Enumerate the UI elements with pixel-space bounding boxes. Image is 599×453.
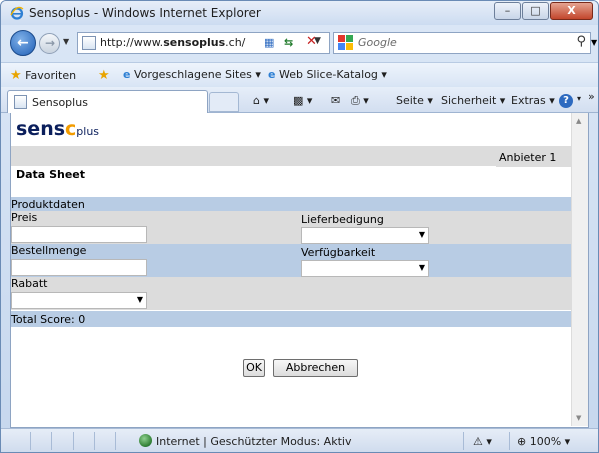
page-content: sensсplus Anbieter 1 Data Sheet Produktd…: [11, 113, 572, 426]
navigation-bar: ← → ▼ http://www.sensoplus.ch/ ▼ ▦ ⇆ ✕ G…: [1, 27, 598, 59]
new-tab-button[interactable]: [209, 92, 239, 112]
preis-input[interactable]: [11, 226, 147, 243]
search-placeholder: Google: [358, 36, 397, 49]
page-icon: [14, 95, 27, 109]
status-divider: [463, 432, 464, 450]
total-score: Total Score: 0: [11, 313, 86, 326]
security-zone[interactable]: Internet | Geschützter Modus: Aktiv: [156, 435, 351, 448]
suggested-sites-link[interactable]: e Vorgeschlagene Sites ▾: [123, 68, 261, 81]
section-bar: Produktdaten: [11, 197, 572, 211]
status-divider: [509, 432, 510, 450]
globe-icon: [139, 434, 152, 447]
google-logo-icon: [338, 35, 353, 50]
dropdown-arrow-icon: ▼: [418, 230, 425, 239]
verfuegbarkeit-label: Verfügbarkeit: [301, 246, 376, 259]
window-controls: – □ X: [493, 2, 593, 20]
status-divider: [115, 432, 116, 450]
verfuegbarkeit-select[interactable]: ▼: [301, 260, 429, 277]
page-viewport: sensсplus Anbieter 1 Data Sheet Produktd…: [10, 113, 589, 428]
lieferbedingung-label: Lieferbedigung: [301, 213, 384, 226]
history-dropdown-icon[interactable]: ▼: [63, 37, 69, 46]
dropdown-arrow-icon: ▼: [136, 295, 143, 304]
stop-icon[interactable]: ✕: [306, 34, 317, 49]
feeds-icon[interactable]: ▩ ▾: [293, 94, 312, 107]
title-bar: Sensoplus - Windows Internet Explorer – …: [1, 1, 598, 25]
supplier-label: Anbieter 1: [496, 149, 572, 167]
header-bar: [11, 146, 572, 166]
browser-window: Sensoplus - Windows Internet Explorer – …: [0, 0, 599, 453]
more-commands-chevron-icon[interactable]: »: [588, 90, 595, 103]
add-favorite-icon[interactable]: ★: [98, 68, 110, 83]
page-menu[interactable]: Seite ▾: [396, 94, 433, 107]
favorites-bar: ★ Favoriten ★ e Vorgeschlagene Sites ▾ e…: [1, 62, 598, 86]
help-icon[interactable]: ?: [559, 94, 573, 108]
zoom-icon: ⊕: [517, 435, 527, 448]
status-divider: [51, 432, 52, 450]
status-divider: [94, 432, 95, 450]
web-slice-link[interactable]: e Web Slice-Katalog ▾: [268, 68, 387, 81]
back-button[interactable]: ←: [10, 30, 36, 56]
home-icon[interactable]: ⌂ ▾: [253, 94, 269, 107]
close-icon: X: [567, 4, 576, 17]
minimize-icon: –: [504, 4, 511, 17]
rabatt-select[interactable]: ▼: [11, 292, 147, 309]
web-slice-icon: e: [268, 68, 276, 81]
ie-logo-icon: e: [123, 68, 131, 81]
ok-button[interactable]: OK: [243, 359, 265, 377]
total-score-bar: Total Score: 0: [11, 311, 572, 327]
favorites-button[interactable]: ★ Favoriten: [10, 68, 76, 83]
section-title: Produktdaten: [11, 198, 85, 211]
tools-menu[interactable]: Extras ▾: [511, 94, 555, 107]
mail-icon[interactable]: ✉: [331, 94, 340, 107]
rabatt-label: Rabatt: [11, 277, 48, 290]
tab-bar: Sensoplus ⌂ ▾ ▩ ▾ ✉ ⎙ ▾ Seite ▾ Sicherhe…: [1, 87, 598, 113]
search-icon[interactable]: ⚲: [576, 34, 586, 49]
vertical-scrollbar[interactable]: ▲ ▼: [571, 113, 588, 426]
bestellmenge-label: Bestellmenge: [11, 244, 87, 257]
maximize-button[interactable]: □: [522, 2, 549, 20]
tab-label: Sensoplus: [32, 96, 88, 109]
help-dropdown-icon[interactable]: ▾: [577, 94, 581, 103]
search-box[interactable]: Google ⚲: [333, 32, 591, 54]
dropdown-arrow-icon: ▼: [418, 263, 425, 272]
bestellmenge-input[interactable]: [11, 259, 147, 276]
back-arrow-icon: ←: [17, 35, 29, 51]
refresh-icon[interactable]: ⇆: [284, 36, 293, 49]
sensoplus-logo: sensсplus: [16, 118, 100, 140]
preis-label: Preis: [11, 211, 38, 224]
lieferbedingung-select[interactable]: ▼: [301, 227, 429, 244]
status-bar: Internet | Geschützter Modus: Aktiv ⚠ ▾ …: [1, 428, 598, 452]
ie-logo-icon: [10, 6, 24, 20]
tab-sensoplus[interactable]: Sensoplus: [7, 90, 208, 113]
scroll-down-icon[interactable]: ▼: [576, 414, 581, 422]
forward-arrow-icon: →: [45, 36, 56, 50]
compatibility-view-icon[interactable]: ▦: [264, 36, 274, 49]
maximize-icon: □: [530, 4, 541, 17]
address-url[interactable]: http://www.sensoplus.ch/: [100, 36, 245, 49]
print-icon[interactable]: ⎙ ▾: [351, 94, 369, 108]
search-options-icon[interactable]: ▼: [591, 38, 597, 47]
safety-menu[interactable]: Sicherheit ▾: [441, 94, 505, 107]
status-divider: [30, 432, 31, 450]
logo-swoosh-icon: с: [65, 118, 77, 140]
minimize-button[interactable]: –: [494, 2, 521, 20]
page-title: Data Sheet: [16, 168, 85, 181]
scroll-up-icon[interactable]: ▲: [576, 117, 581, 125]
star-icon: ★: [10, 68, 22, 83]
forward-button[interactable]: →: [39, 33, 60, 54]
security-lock-icon[interactable]: ⚠ ▾: [473, 435, 492, 448]
abbrechen-button[interactable]: Abbrechen: [273, 359, 358, 377]
status-divider: [73, 432, 74, 450]
close-button[interactable]: X: [550, 2, 593, 20]
zoom-level[interactable]: ⊕ 100% ▾: [517, 435, 570, 448]
page-icon: [82, 36, 96, 50]
window-title: Sensoplus - Windows Internet Explorer: [29, 6, 261, 20]
